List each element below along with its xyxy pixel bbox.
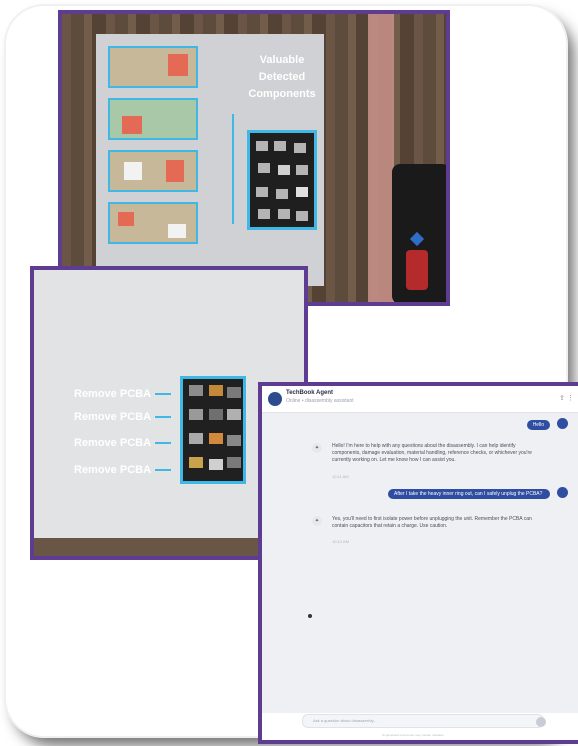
pcba-component-tray <box>180 376 246 484</box>
highlight-chip <box>124 162 142 180</box>
user-message: Hello <box>526 420 550 430</box>
highlight-chip <box>166 160 184 182</box>
meter-button-icon <box>409 231 425 247</box>
user-message: After I take the heavy inner ring out, c… <box>388 489 550 499</box>
detected-components-photo: Valuable Detected Components <box>58 10 450 306</box>
share-icon[interactable]: ⇪ <box>559 395 565 402</box>
chat-window: TechBook Agent Online • disassembly assi… <box>258 382 578 744</box>
agent-avatar-icon: ✦ <box>312 516 322 526</box>
highlight-chip <box>168 54 188 76</box>
pcb-board-1 <box>108 46 198 88</box>
remove-pcba-label: Remove PCBA <box>74 463 171 477</box>
handheld-meter-device <box>392 164 446 302</box>
send-button[interactable] <box>536 717 546 727</box>
agent-status: Online • disassembly assistant <box>286 398 354 404</box>
chat-input-placeholder: Ask a question about disassembly... <box>313 718 377 723</box>
chat-header: TechBook Agent Online • disassembly assi… <box>262 386 578 413</box>
highlight-chip <box>118 212 134 226</box>
agent-avatar <box>268 392 282 406</box>
pcb-board-2 <box>108 98 198 140</box>
remove-pcba-label: Remove PCBA <box>74 436 171 450</box>
chat-input-field[interactable]: Ask a question about disassembly... <box>302 714 544 728</box>
meter-grip <box>406 250 428 290</box>
highlight-chip <box>122 116 142 134</box>
component-bin <box>247 130 317 230</box>
agent-message: Yes, you'll need to first isolate power … <box>332 516 532 529</box>
remove-pcba-label: Remove PCBA <box>74 410 171 424</box>
agent-message: Hello! I'm here to help with any questio… <box>332 443 532 463</box>
user-avatar-icon <box>557 487 568 498</box>
pcb-board-4 <box>108 202 198 244</box>
user-avatar-icon <box>557 418 568 429</box>
mouse-cursor <box>308 614 312 618</box>
chat-messages: Hello ✦ Hello! I'm here to help with any… <box>262 413 578 713</box>
message-timestamp: 10:12 AM <box>332 539 349 544</box>
disclaimer-text: AI-generated responses may contain mista… <box>382 733 444 737</box>
agent-name: TechBook Agent <box>286 390 334 396</box>
message-timestamp: 10:11 AM <box>332 474 349 479</box>
header-actions: ⇪ ⋮ <box>559 394 574 402</box>
pcb-board-3 <box>108 150 198 192</box>
highlight-chip <box>168 224 186 238</box>
more-icon[interactable]: ⋮ <box>567 395 574 402</box>
pink-mat-strip <box>368 14 394 302</box>
remove-pcba-label: Remove PCBA <box>74 387 171 401</box>
agent-avatar-icon: ✦ <box>312 443 322 453</box>
valuable-components-label: Valuable Detected Components <box>248 54 316 100</box>
